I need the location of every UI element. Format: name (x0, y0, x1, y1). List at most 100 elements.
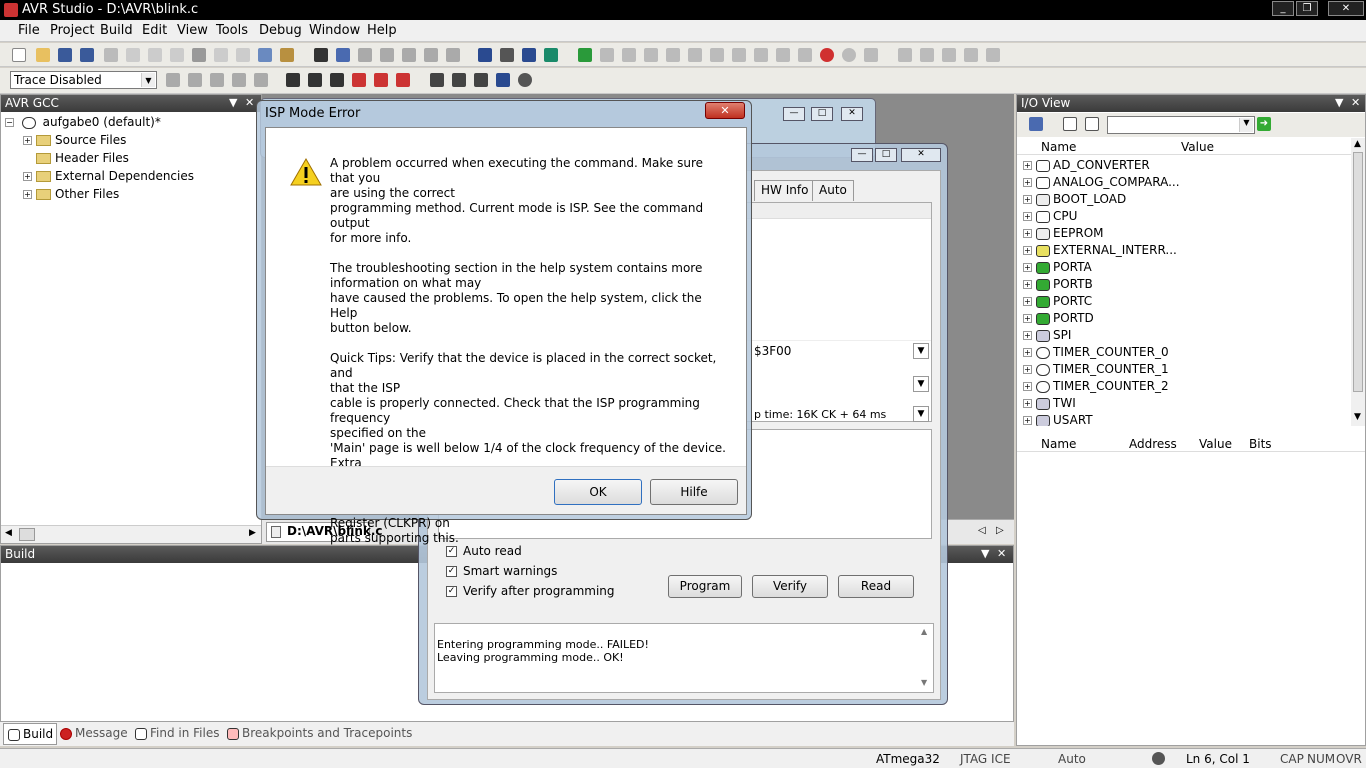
scroll-thumb[interactable] (19, 528, 35, 541)
restore-button[interactable]: ❐ (1296, 1, 1318, 16)
con-icon[interactable] (286, 73, 300, 87)
cut-icon[interactable] (126, 48, 140, 62)
expand-icon[interactable]: + (1023, 178, 1032, 187)
windows-icon[interactable] (258, 48, 272, 62)
panel-menu-icon[interactable]: ▼ (981, 546, 989, 562)
expand-icon[interactable]: + (1023, 195, 1032, 204)
trace-clear-icon[interactable] (188, 73, 202, 87)
disassembler-icon[interactable] (864, 48, 878, 62)
details-col-name[interactable]: Name (1041, 437, 1076, 451)
expand-icon[interactable]: + (1023, 297, 1032, 306)
step-over-icon[interactable] (732, 48, 746, 62)
expand-icon[interactable]: + (1023, 263, 1032, 272)
rebuild-icon[interactable] (522, 48, 536, 62)
settings-gear-icon[interactable] (518, 73, 532, 87)
reset-icon[interactable] (666, 48, 680, 62)
watch-icon[interactable] (898, 48, 912, 62)
scroll-up-icon[interactable]: ▲ (1354, 139, 1361, 149)
undo-icon[interactable] (214, 48, 228, 62)
register-view-icon[interactable] (942, 48, 956, 62)
pause-icon[interactable] (644, 48, 658, 62)
io-col-value[interactable]: Value (1181, 140, 1214, 154)
scroll-thumb[interactable] (1353, 152, 1363, 392)
save-all-icon[interactable] (80, 48, 94, 62)
tree-item-external-dependencies[interactable]: + External Dependencies (5, 169, 194, 187)
trace-mode-select[interactable]: Trace Disabled ▼ (10, 71, 157, 89)
connect-icon[interactable] (544, 48, 558, 62)
io-tree-item[interactable]: + EEPROM (1023, 226, 1351, 243)
new-file-icon[interactable] (12, 48, 26, 62)
expand-icon[interactable]: + (1023, 161, 1032, 170)
expand-icon[interactable]: + (1023, 365, 1032, 374)
expand-icon[interactable]: + (1023, 229, 1032, 238)
tab-scroll-left-icon[interactable]: ◁ (978, 525, 986, 536)
chevron-down-icon[interactable]: ▼ (913, 343, 929, 359)
io-tree-item[interactable]: + PORTA (1023, 260, 1351, 277)
prog-minimize-button[interactable]: — (851, 148, 873, 162)
io-list-view-icon[interactable] (1085, 117, 1099, 131)
panel-close-icon[interactable]: ✕ (997, 546, 1006, 562)
expand-icon[interactable]: + (1023, 280, 1032, 289)
io-tree-item[interactable]: + TIMER_COUNTER_1 (1023, 362, 1351, 379)
compile-icon[interactable] (500, 48, 514, 62)
close-button[interactable]: ✕ (1328, 1, 1364, 16)
print-icon[interactable] (104, 48, 118, 62)
details-col-address[interactable]: Address (1129, 437, 1177, 451)
prog-maximize-button[interactable]: □ (875, 148, 897, 162)
collapse-icon[interactable]: − (5, 118, 14, 127)
io-tree-item[interactable]: + TWI (1023, 396, 1351, 413)
locals-icon[interactable] (964, 48, 978, 62)
tab-hw-info[interactable]: HW Info (754, 180, 816, 201)
io-tree-item[interactable]: + USART (1023, 413, 1351, 426)
menu-tools[interactable]: Tools (216, 23, 248, 38)
step-out-icon[interactable] (754, 48, 768, 62)
panel-menu-icon[interactable]: ▼ (1335, 95, 1343, 111)
tab-build[interactable]: Build (3, 723, 57, 745)
bg-maximize-button[interactable]: □ (811, 107, 833, 121)
trace-trigger-icon[interactable] (210, 73, 224, 87)
io-go-icon[interactable]: ➜ (1257, 117, 1271, 131)
io-vertical-scrollbar[interactable]: ▲ ▼ (1351, 138, 1365, 426)
stop-debug-icon[interactable] (622, 48, 636, 62)
auto-icon[interactable] (396, 73, 410, 87)
expand-icon[interactable]: + (23, 136, 32, 145)
minimize-button[interactable]: _ (1272, 1, 1294, 16)
menu-build[interactable]: Build (100, 23, 133, 38)
io-tree-item[interactable]: + CPU (1023, 209, 1351, 226)
tab-breakpoints[interactable]: Breakpoints and Tracepoints (227, 726, 412, 740)
branch-icon[interactable] (352, 73, 366, 87)
trace-up-icon[interactable] (254, 73, 268, 87)
verify-after-programming-checkbox[interactable]: ✓ Verify after programming (446, 584, 615, 604)
expand-icon[interactable]: + (1023, 399, 1032, 408)
scroll-down-icon[interactable]: ▼ (1354, 412, 1361, 422)
tab-message[interactable]: Message (60, 726, 128, 740)
io-settings-icon[interactable] (1029, 117, 1043, 131)
program-button[interactable]: Program (668, 575, 742, 598)
save-icon[interactable] (58, 48, 72, 62)
dialog-close-button[interactable]: ✕ (705, 102, 745, 119)
chevron-down-icon[interactable]: ▼ (913, 376, 929, 392)
open-folder-icon[interactable] (36, 48, 50, 62)
find-in-files-icon[interactable] (280, 48, 294, 62)
tree-icon[interactable] (374, 73, 388, 87)
io-col-name[interactable]: Name (1041, 140, 1076, 154)
copy-icon[interactable] (148, 48, 162, 62)
step-into-icon[interactable] (710, 48, 724, 62)
indent-icon[interactable] (424, 48, 438, 62)
scroll-right-icon[interactable]: ▶ (249, 528, 256, 538)
tab-auto[interactable]: Auto (812, 180, 854, 201)
tree-item-source-files[interactable]: + Source Files (5, 133, 194, 151)
redo-icon[interactable] (236, 48, 250, 62)
build-icon[interactable] (478, 48, 492, 62)
tree-item-header-files[interactable]: Header Files (5, 151, 194, 169)
io-tree-view-icon[interactable] (1063, 117, 1077, 131)
menu-window[interactable]: Window (309, 23, 360, 38)
io-tree-item[interactable]: + TIMER_COUNTER_0 (1023, 345, 1351, 362)
scroll-left-icon[interactable]: ◀ (5, 528, 12, 538)
stack-icon[interactable] (474, 73, 488, 87)
io-tree-item[interactable]: + TIMER_COUNTER_2 (1023, 379, 1351, 396)
clear-bookmarks-icon[interactable] (402, 48, 416, 62)
io-tree-item[interactable]: + BOOT_LOAD (1023, 192, 1351, 209)
scroll-up-icon[interactable]: ▲ (921, 627, 927, 636)
run-icon[interactable] (578, 48, 592, 62)
